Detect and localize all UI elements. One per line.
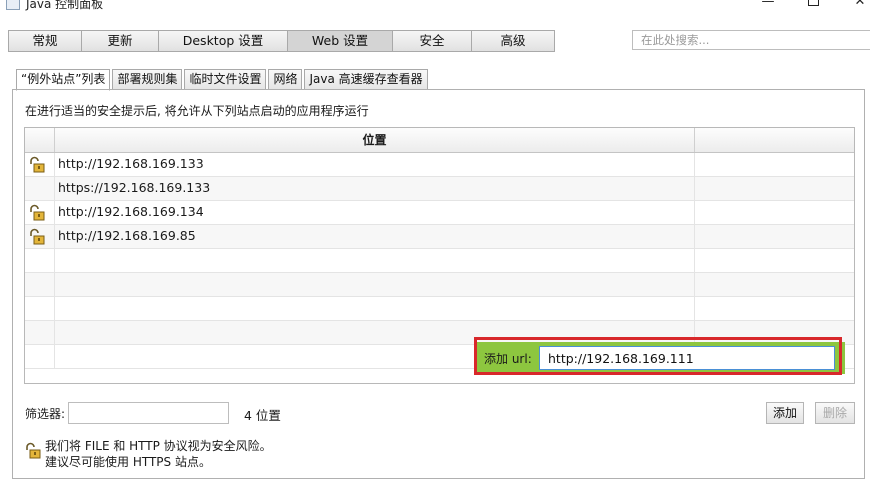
table-row[interactable]: http://192.168.169.85 — [25, 225, 854, 249]
header-location[interactable]: 位置 — [55, 128, 695, 152]
warning-text-line1: 我们将 FILE 和 HTTP 协议视为安全风险。 — [45, 439, 272, 453]
java-app-icon — [6, 0, 20, 10]
sub-tab-bar: “例外站点”列表 部署规则集 临时文件设置 网络 Java 高速缓存查看器 — [16, 69, 430, 91]
lock-warning-icon — [26, 442, 41, 459]
maximize-icon — [807, 0, 819, 6]
tab-general[interactable]: 常规 — [8, 30, 82, 52]
maximize-button[interactable] — [803, 0, 823, 12]
lock-icon — [30, 156, 45, 173]
tab-desktop-settings[interactable]: Desktop 设置 — [159, 30, 288, 52]
tab-security[interactable]: 安全 — [393, 30, 472, 52]
table-row[interactable]: http://192.168.169.133 — [25, 153, 854, 177]
site-url: http://192.168.169.133 — [55, 153, 695, 176]
filter-input[interactable] — [68, 402, 229, 424]
site-url: http://192.168.169.134 — [55, 201, 695, 224]
main-tab-bar: 常规 更新 Desktop 设置 Web 设置 安全 高级 — [8, 30, 555, 52]
window-title: Java 控制面板 — [26, 0, 104, 11]
table-row-empty — [25, 273, 854, 297]
table-header: 位置 — [25, 128, 854, 153]
annotation-highlight-box — [474, 337, 842, 375]
tab-advanced[interactable]: 高级 — [472, 30, 555, 52]
subtab-network[interactable]: 网络 — [268, 69, 303, 90]
add-button[interactable]: 添加 — [766, 402, 804, 424]
table-row[interactable]: http://192.168.169.134 — [25, 201, 854, 225]
tab-update[interactable]: 更新 — [82, 30, 159, 52]
site-url: http://192.168.169.85 — [55, 225, 695, 248]
lock-icon — [30, 228, 45, 245]
subtab-cache-viewer[interactable]: Java 高速缓存查看器 — [304, 69, 428, 90]
subtab-exception-site-list[interactable]: “例外站点”列表 — [16, 69, 111, 91]
location-count: 4 位置 — [244, 408, 281, 423]
close-button[interactable]: ✕ — [850, 0, 870, 12]
site-url: https://192.168.169.133 — [55, 177, 695, 200]
warning-text-line2: 建议尽可能使用 HTTPS 站点。 — [45, 455, 211, 469]
hint-text: 在进行适当的安全提示后, 将允许从下列站点启动的应用程序运行 — [25, 104, 369, 118]
title-bar: Java 控制面板 — ✕ — [0, 0, 870, 14]
table-row-empty — [25, 297, 854, 321]
tab-web-settings[interactable]: Web 设置 — [288, 30, 393, 52]
lock-icon — [30, 204, 45, 221]
subtab-temp-files[interactable]: 临时文件设置 — [184, 69, 267, 90]
subtab-deployment-rule-set[interactable]: 部署规则集 — [112, 69, 183, 90]
filter-label: 筛选器: — [25, 407, 66, 421]
table-row[interactable]: https://192.168.169.133 — [25, 177, 854, 201]
header-icon-column — [25, 128, 55, 152]
delete-button[interactable]: 删除 — [815, 402, 855, 424]
table-row-empty — [25, 249, 854, 273]
search-input[interactable]: 在此处搜索... — [632, 30, 870, 50]
minimize-button[interactable]: — — [758, 0, 778, 12]
header-extra-column — [695, 128, 854, 152]
